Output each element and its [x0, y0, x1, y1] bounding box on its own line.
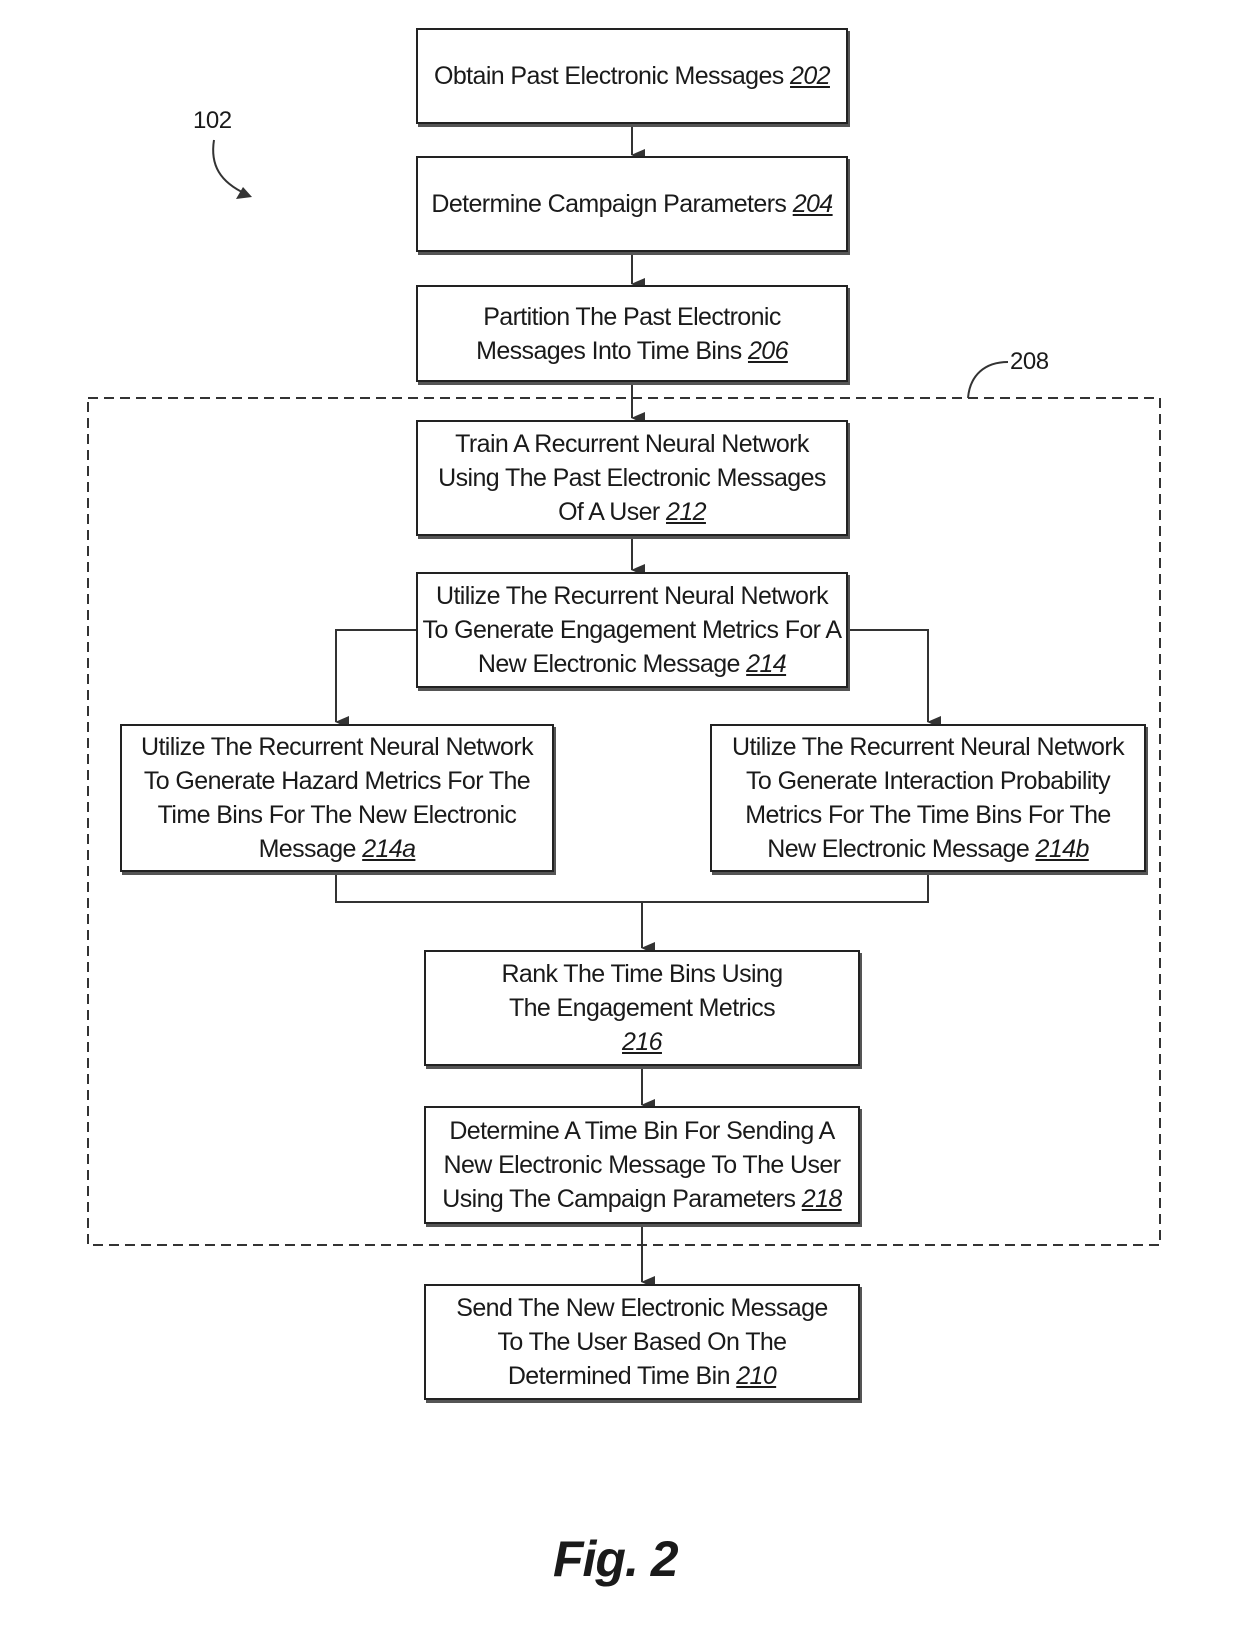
step-218-ref: 218 — [801, 1185, 843, 1213]
arrow-214-to-214a — [335, 629, 416, 728]
step-202-obtain-messages: Obtain Past Electronic Messages 202 — [416, 28, 848, 124]
step-216-text: Rank The Time Bins Using The Engagement … — [501, 960, 783, 1022]
step-210-ref: 210 — [736, 1362, 777, 1390]
connector-214a-merge — [335, 875, 929, 903]
step-214a-text: Utilize The Recurrent Neural Network To … — [141, 733, 534, 863]
step-214b-ref: 214b — [1035, 835, 1090, 863]
step-214b-interaction-probability: Utilize The Recurrent Neural Network To … — [710, 724, 1146, 872]
step-202-ref: 202 — [790, 62, 831, 90]
step-218-determine-time-bin: Determine A Time Bin For Sending A New E… — [424, 1106, 860, 1224]
step-210-send-message: Send The New Electronic Message To The U… — [424, 1284, 860, 1400]
reference-102-arrow — [212, 139, 247, 195]
step-214a-hazard-metrics: Utilize The Recurrent Neural Network To … — [120, 724, 554, 872]
step-216-rank-time-bins: Rank The Time Bins Using The Engagement … — [424, 950, 860, 1066]
arrow-214-to-214b — [848, 629, 941, 728]
step-202-text: Obtain Past Electronic Messages — [434, 62, 784, 90]
step-214-ref: 214 — [746, 650, 787, 678]
figure-title: Fig. 2 — [553, 1531, 679, 1587]
step-212-train-rnn: Train A Recurrent Neural Network Using T… — [416, 420, 848, 536]
step-206-ref: 206 — [747, 336, 789, 365]
step-204-ref: 204 — [792, 190, 834, 218]
step-214a-ref: 214a — [362, 835, 416, 863]
step-206-text: Partition The Past Electronic Messages I… — [476, 302, 781, 365]
step-214-engagement-metrics: Utilize The Recurrent Neural Network To … — [416, 572, 848, 688]
step-212-ref: 212 — [666, 498, 707, 526]
reference-label-102: 102 — [193, 107, 232, 134]
step-204-text: Determine Campaign Parameters — [431, 190, 787, 218]
group-label-208: 208 — [1010, 348, 1049, 375]
group-208-leader-line — [967, 361, 1009, 399]
step-212-text: Train A Recurrent Neural Network Using T… — [438, 430, 826, 526]
step-216-ref: 216 — [622, 1028, 663, 1056]
step-218-text: Determine A Time Bin For Sending A New E… — [442, 1117, 841, 1213]
reference-102-arrowhead — [236, 187, 252, 199]
step-206-partition-time-bins: Partition The Past Electronic Messages I… — [416, 285, 848, 382]
step-204-campaign-parameters: Determine Campaign Parameters 204 — [416, 156, 848, 252]
